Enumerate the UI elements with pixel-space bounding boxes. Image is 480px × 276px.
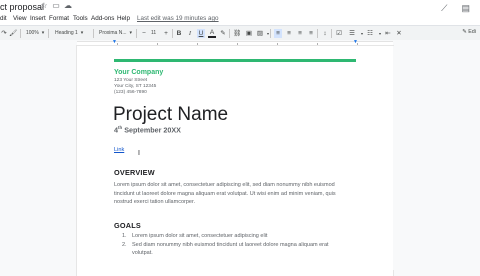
menu-edit[interactable]: dit (0, 15, 7, 22)
align-left-icon[interactable]: ≡ (274, 29, 282, 38)
activity-trend-icon[interactable]: ⟋ (441, 4, 447, 13)
toolbar-separator (93, 29, 94, 38)
cloud-status-icon[interactable]: ☁ (64, 2, 72, 10)
checklist-icon[interactable]: ☑ (335, 29, 343, 38)
list-item: 1. Lorem ipsum dolor sit amet, consectetu… (114, 232, 346, 241)
decrease-indent-icon[interactable]: ⇤ (384, 29, 392, 38)
line-spacing-icon[interactable]: ↕ (321, 29, 329, 38)
title-icons: ☆ ▭ ☁ (40, 2, 72, 10)
zoom-select[interactable]: 100% (26, 29, 44, 38)
toolbar-separator (270, 29, 271, 38)
toolbar-separator (172, 29, 173, 38)
add-comment-icon[interactable]: ▣ (245, 29, 253, 38)
right-gutter (393, 46, 480, 270)
right-indent-marker[interactable]: ▼ (353, 40, 358, 45)
ruler-tick (237, 43, 238, 45)
numbered-list-icon[interactable]: ☷ (366, 29, 374, 38)
decrease-font-size-icon[interactable]: − (140, 29, 148, 38)
underline-icon[interactable]: U (197, 29, 205, 38)
editing-mode-label: Edi (468, 29, 476, 35)
overview-heading: OVERVIEW (114, 168, 155, 177)
toolbar-separator (20, 29, 21, 38)
align-center-icon[interactable]: ≡ (285, 29, 293, 38)
clear-formatting-icon[interactable]: ✕ (395, 29, 403, 38)
last-edit-link[interactable]: Last edit was 19 minutes ago (137, 15, 219, 22)
ruler-tick (117, 43, 118, 45)
list-item: 2. Sed diam nonummy nibh euismod tincidun… (114, 241, 346, 258)
address-line: Your City, ST 12345 (114, 84, 157, 89)
header-right-icons: ⟋ ▤ (441, 4, 470, 13)
italic-icon[interactable]: I (186, 29, 194, 38)
menu-insert[interactable]: Insert (30, 15, 46, 22)
title-bar: ct proposal ☆ ▭ ☁ ⟋ ▤ (0, 0, 480, 14)
list-number: 1. (122, 233, 127, 239)
redo-icon[interactable]: ↷ (0, 29, 8, 38)
menu-addons[interactable]: Add-ons (91, 15, 114, 22)
document-link[interactable]: Link (114, 147, 124, 153)
document-title[interactable]: ct proposal (0, 2, 44, 12)
ruler-tick (157, 43, 158, 45)
increase-font-size-icon[interactable]: + (162, 29, 170, 38)
company-name: Your Company (114, 69, 164, 76)
align-right-icon[interactable]: ≡ (296, 29, 304, 38)
overview-paragraph: Lorem ipsum dolor sit amet, consectetuer… (114, 182, 336, 206)
numbered-list-dropdown-icon[interactable]: ▾ (376, 29, 384, 38)
header-accent-bar (114, 59, 356, 62)
bulleted-list-dropdown-icon[interactable]: ▾ (358, 29, 366, 38)
align-justify-icon[interactable]: ≡ (307, 29, 315, 38)
toolbar-separator (331, 29, 332, 38)
text-color-icon[interactable]: A (208, 29, 216, 38)
bold-icon[interactable]: B (175, 29, 183, 38)
left-indent-marker[interactable]: ▼ (112, 40, 117, 45)
menu-help[interactable]: Help (117, 15, 130, 22)
goals-heading: GOALS (114, 221, 141, 230)
insert-image-icon[interactable]: ▨ (256, 29, 264, 38)
bulleted-list-icon[interactable]: ☰ (348, 29, 356, 38)
insert-link-icon[interactable]: ⛓ (233, 29, 241, 38)
project-date: 4th September 20XX (114, 125, 181, 134)
address-line: (123) 456-7890 (114, 90, 147, 95)
goals-list: 1. Lorem ipsum dolor sit amet, consectetu… (114, 232, 346, 258)
menu-format[interactable]: Format (49, 15, 69, 22)
project-title: Project Name (113, 104, 229, 125)
menu-tools[interactable]: Tools (73, 15, 88, 22)
highlight-color-icon[interactable]: ✎ (219, 29, 227, 38)
ruler-tick (317, 43, 318, 45)
toolbar-separator (229, 29, 230, 38)
text-cursor-icon: I (138, 150, 140, 157)
paragraph-style-select[interactable]: Heading 1 (55, 29, 83, 38)
toolbar-separator (48, 29, 49, 38)
ruler-tick (197, 43, 198, 45)
toolbar-separator (136, 29, 137, 38)
document-page[interactable]: Your Company 123 Your Street Your City, … (77, 46, 393, 276)
list-item-text: Sed diam nonummy nibh euismod tincidunt … (132, 241, 329, 257)
date-rest: September 20XX (122, 125, 181, 135)
list-number: 2. (122, 241, 127, 248)
paint-format-icon[interactable]: 🖌 (9, 29, 17, 38)
list-item-text: Lorem ipsum dolor sit amet, consectetuer… (132, 233, 268, 239)
star-icon[interactable]: ☆ (40, 2, 48, 10)
font-size-field[interactable]: 11 (151, 29, 156, 38)
menu-view[interactable]: View (13, 15, 27, 22)
editing-mode-button[interactable]: ✎ Edi (462, 29, 476, 35)
menu-bar: dit View Insert Format Tools Add-ons Hel… (0, 14, 480, 25)
move-to-folder-icon[interactable]: ▭ (52, 2, 60, 10)
toolbar-separator (317, 29, 318, 38)
font-family-select[interactable]: Proxima N... (99, 29, 132, 38)
comment-icon[interactable]: ▤ (461, 4, 470, 13)
ruler-tick (277, 43, 278, 45)
address-line: 123 Your Street (114, 78, 148, 83)
